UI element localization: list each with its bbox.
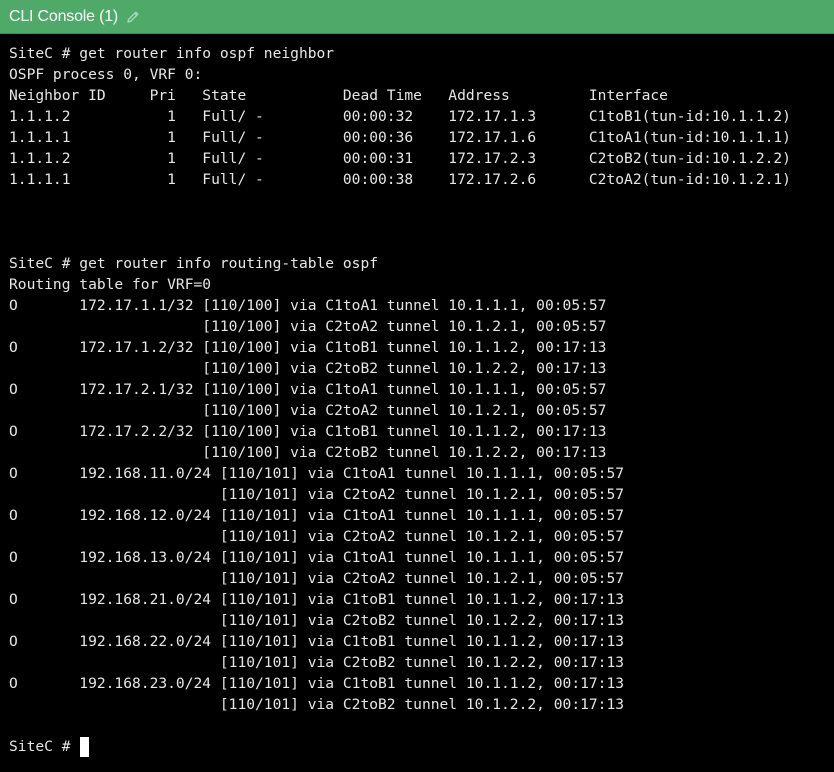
- terminal-line: O 192.168.13.0/24 [110/101] via C1toA1 t…: [9, 549, 625, 566]
- text-cursor: [79, 736, 89, 757]
- terminal-line: [110/101] via C2toA2 tunnel 10.1.2.1, 00…: [9, 528, 625, 545]
- cli-console-window: CLI Console (1) SiteC # get router info …: [0, 0, 834, 772]
- terminal-line: Routing table for VRF=0: [9, 276, 212, 293]
- terminal-line: [110/100] via C2toA2 tunnel 10.1.2.1, 00…: [9, 318, 607, 335]
- terminal-line: O 192.168.23.0/24 [110/101] via C1toB1 t…: [9, 675, 625, 692]
- terminal-line: O 172.17.2.1/32 [110/100] via C1toA1 tun…: [9, 381, 607, 398]
- window-title: CLI Console (1): [9, 7, 119, 25]
- terminal-line: [110/101] via C2toB2 tunnel 10.1.2.2, 00…: [9, 654, 625, 671]
- terminal-line: [110/100] via C2toB2 tunnel 10.1.2.2, 00…: [9, 444, 607, 461]
- terminal-line: O 192.168.12.0/24 [110/101] via C1toA1 t…: [9, 507, 625, 524]
- terminal-line: SiteC # get router info routing-table os…: [9, 255, 379, 272]
- pencil-icon[interactable]: [125, 9, 141, 25]
- terminal-lines: SiteC # get router info ospf neighbor OSP…: [9, 43, 834, 736]
- terminal-line: [110/101] via C2toB2 tunnel 10.1.2.2, 00…: [9, 612, 625, 629]
- terminal-line: Neighbor ID Pri State Dead Time Address …: [9, 87, 668, 104]
- terminal-output[interactable]: SiteC # get router info ospf neighbor OSP…: [0, 34, 834, 772]
- terminal-line: O 192.168.21.0/24 [110/101] via C1toB1 t…: [9, 591, 625, 608]
- command-prompt: SiteC #: [9, 738, 71, 755]
- terminal-line: [110/101] via C2toA2 tunnel 10.1.2.1, 00…: [9, 486, 625, 503]
- terminal-line: [110/101] via C2toA2 tunnel 10.1.2.1, 00…: [9, 570, 625, 587]
- terminal-line: O 192.168.22.0/24 [110/101] via C1toB1 t…: [9, 633, 625, 650]
- terminal-line: O 172.17.2.2/32 [110/100] via C1toB1 tun…: [9, 423, 607, 440]
- terminal-line: O 172.17.1.1/32 [110/100] via C1toA1 tun…: [9, 297, 607, 314]
- terminal-line: [110/100] via C2toB2 tunnel 10.1.2.2, 00…: [9, 360, 607, 377]
- terminal-line: O 172.17.1.2/32 [110/100] via C1toB1 tun…: [9, 339, 607, 356]
- terminal-line: [110/100] via C2toA2 tunnel 10.1.2.1, 00…: [9, 402, 607, 419]
- terminal-line: 1.1.1.2 1 Full/ - 00:00:32 172.17.1.3 C1…: [9, 108, 791, 125]
- terminal-line: [110/101] via C2toB2 tunnel 10.1.2.2, 00…: [9, 696, 625, 713]
- terminal-line: O 192.168.11.0/24 [110/101] via C1toA1 t…: [9, 465, 625, 482]
- command-prompt-line[interactable]: SiteC #: [9, 736, 834, 757]
- title-bar: CLI Console (1): [0, 0, 834, 34]
- terminal-line: 1.1.1.1 1 Full/ - 00:00:36 172.17.1.6 C1…: [9, 129, 791, 146]
- terminal-line: 1.1.1.1 1 Full/ - 00:00:38 172.17.2.6 C2…: [9, 171, 791, 188]
- terminal-line: SiteC # get router info ospf neighbor: [9, 45, 335, 62]
- terminal-line: 1.1.1.2 1 Full/ - 00:00:31 172.17.2.3 C2…: [9, 150, 791, 167]
- terminal-line: OSPF process 0, VRF 0:: [9, 66, 203, 83]
